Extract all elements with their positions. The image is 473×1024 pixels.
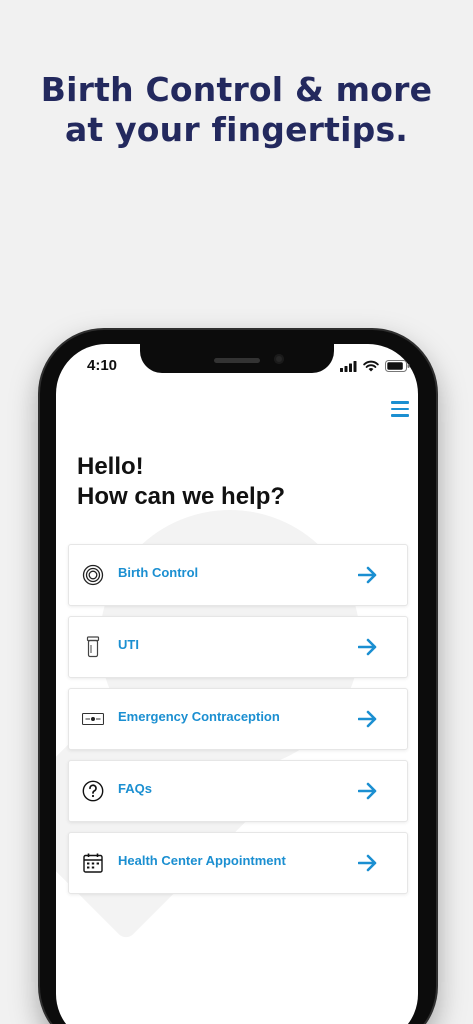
battery-icon — [385, 360, 410, 372]
ring-icon — [82, 564, 104, 586]
menu-item-label: Health Center Appointment — [118, 853, 286, 868]
menu-item-birth-control[interactable]: Birth Control — [68, 544, 408, 606]
arrow-right-icon[interactable] — [358, 566, 378, 584]
cellular-signal-icon — [340, 360, 357, 372]
speaker — [214, 358, 260, 363]
menu-item-health-center-appointment[interactable]: Health Center Appointment — [68, 832, 408, 894]
menu-item-faqs[interactable]: FAQs — [68, 760, 408, 822]
wifi-icon — [363, 360, 379, 372]
headline-line-2: at your fingertips. — [64, 110, 409, 149]
headline-line-1: Birth Control & more — [40, 70, 433, 109]
menu-item-label: UTI — [118, 637, 139, 652]
question-icon — [82, 780, 104, 802]
calendar-icon — [83, 853, 103, 873]
greeting: Hello! How can we help? — [77, 452, 285, 512]
menu-item-label: Birth Control — [118, 565, 199, 580]
pill-pack-icon — [82, 712, 104, 726]
notch — [140, 340, 334, 373]
menu-item-emergency-contraception[interactable]: Emergency Contraception — [68, 688, 408, 750]
hamburger-menu-icon[interactable] — [391, 401, 409, 417]
front-camera — [274, 354, 284, 364]
menu-item-label: FAQs — [118, 781, 152, 796]
arrow-right-icon[interactable] — [358, 782, 378, 800]
help-menu-list: Birth Control UTI Emergency Contraceptio… — [68, 544, 408, 904]
arrow-right-icon[interactable] — [358, 854, 378, 872]
marketing-headline: Birth Control & more at your fingertips. — [0, 70, 473, 150]
menu-item-uti[interactable]: UTI — [68, 616, 408, 678]
greeting-line-2: How can we help? — [77, 483, 286, 510]
arrow-right-icon[interactable] — [358, 710, 378, 728]
app-store-screenshot: Birth Control & more at your fingertips.… — [0, 0, 473, 1024]
status-time: 4:10 — [87, 357, 118, 374]
arrow-right-icon[interactable] — [358, 638, 378, 656]
pill-bottle-icon — [86, 636, 100, 658]
status-icons — [340, 360, 410, 372]
greeting-line-1: Hello! — [77, 453, 144, 480]
menu-item-label: Emergency Contraception — [118, 709, 280, 724]
